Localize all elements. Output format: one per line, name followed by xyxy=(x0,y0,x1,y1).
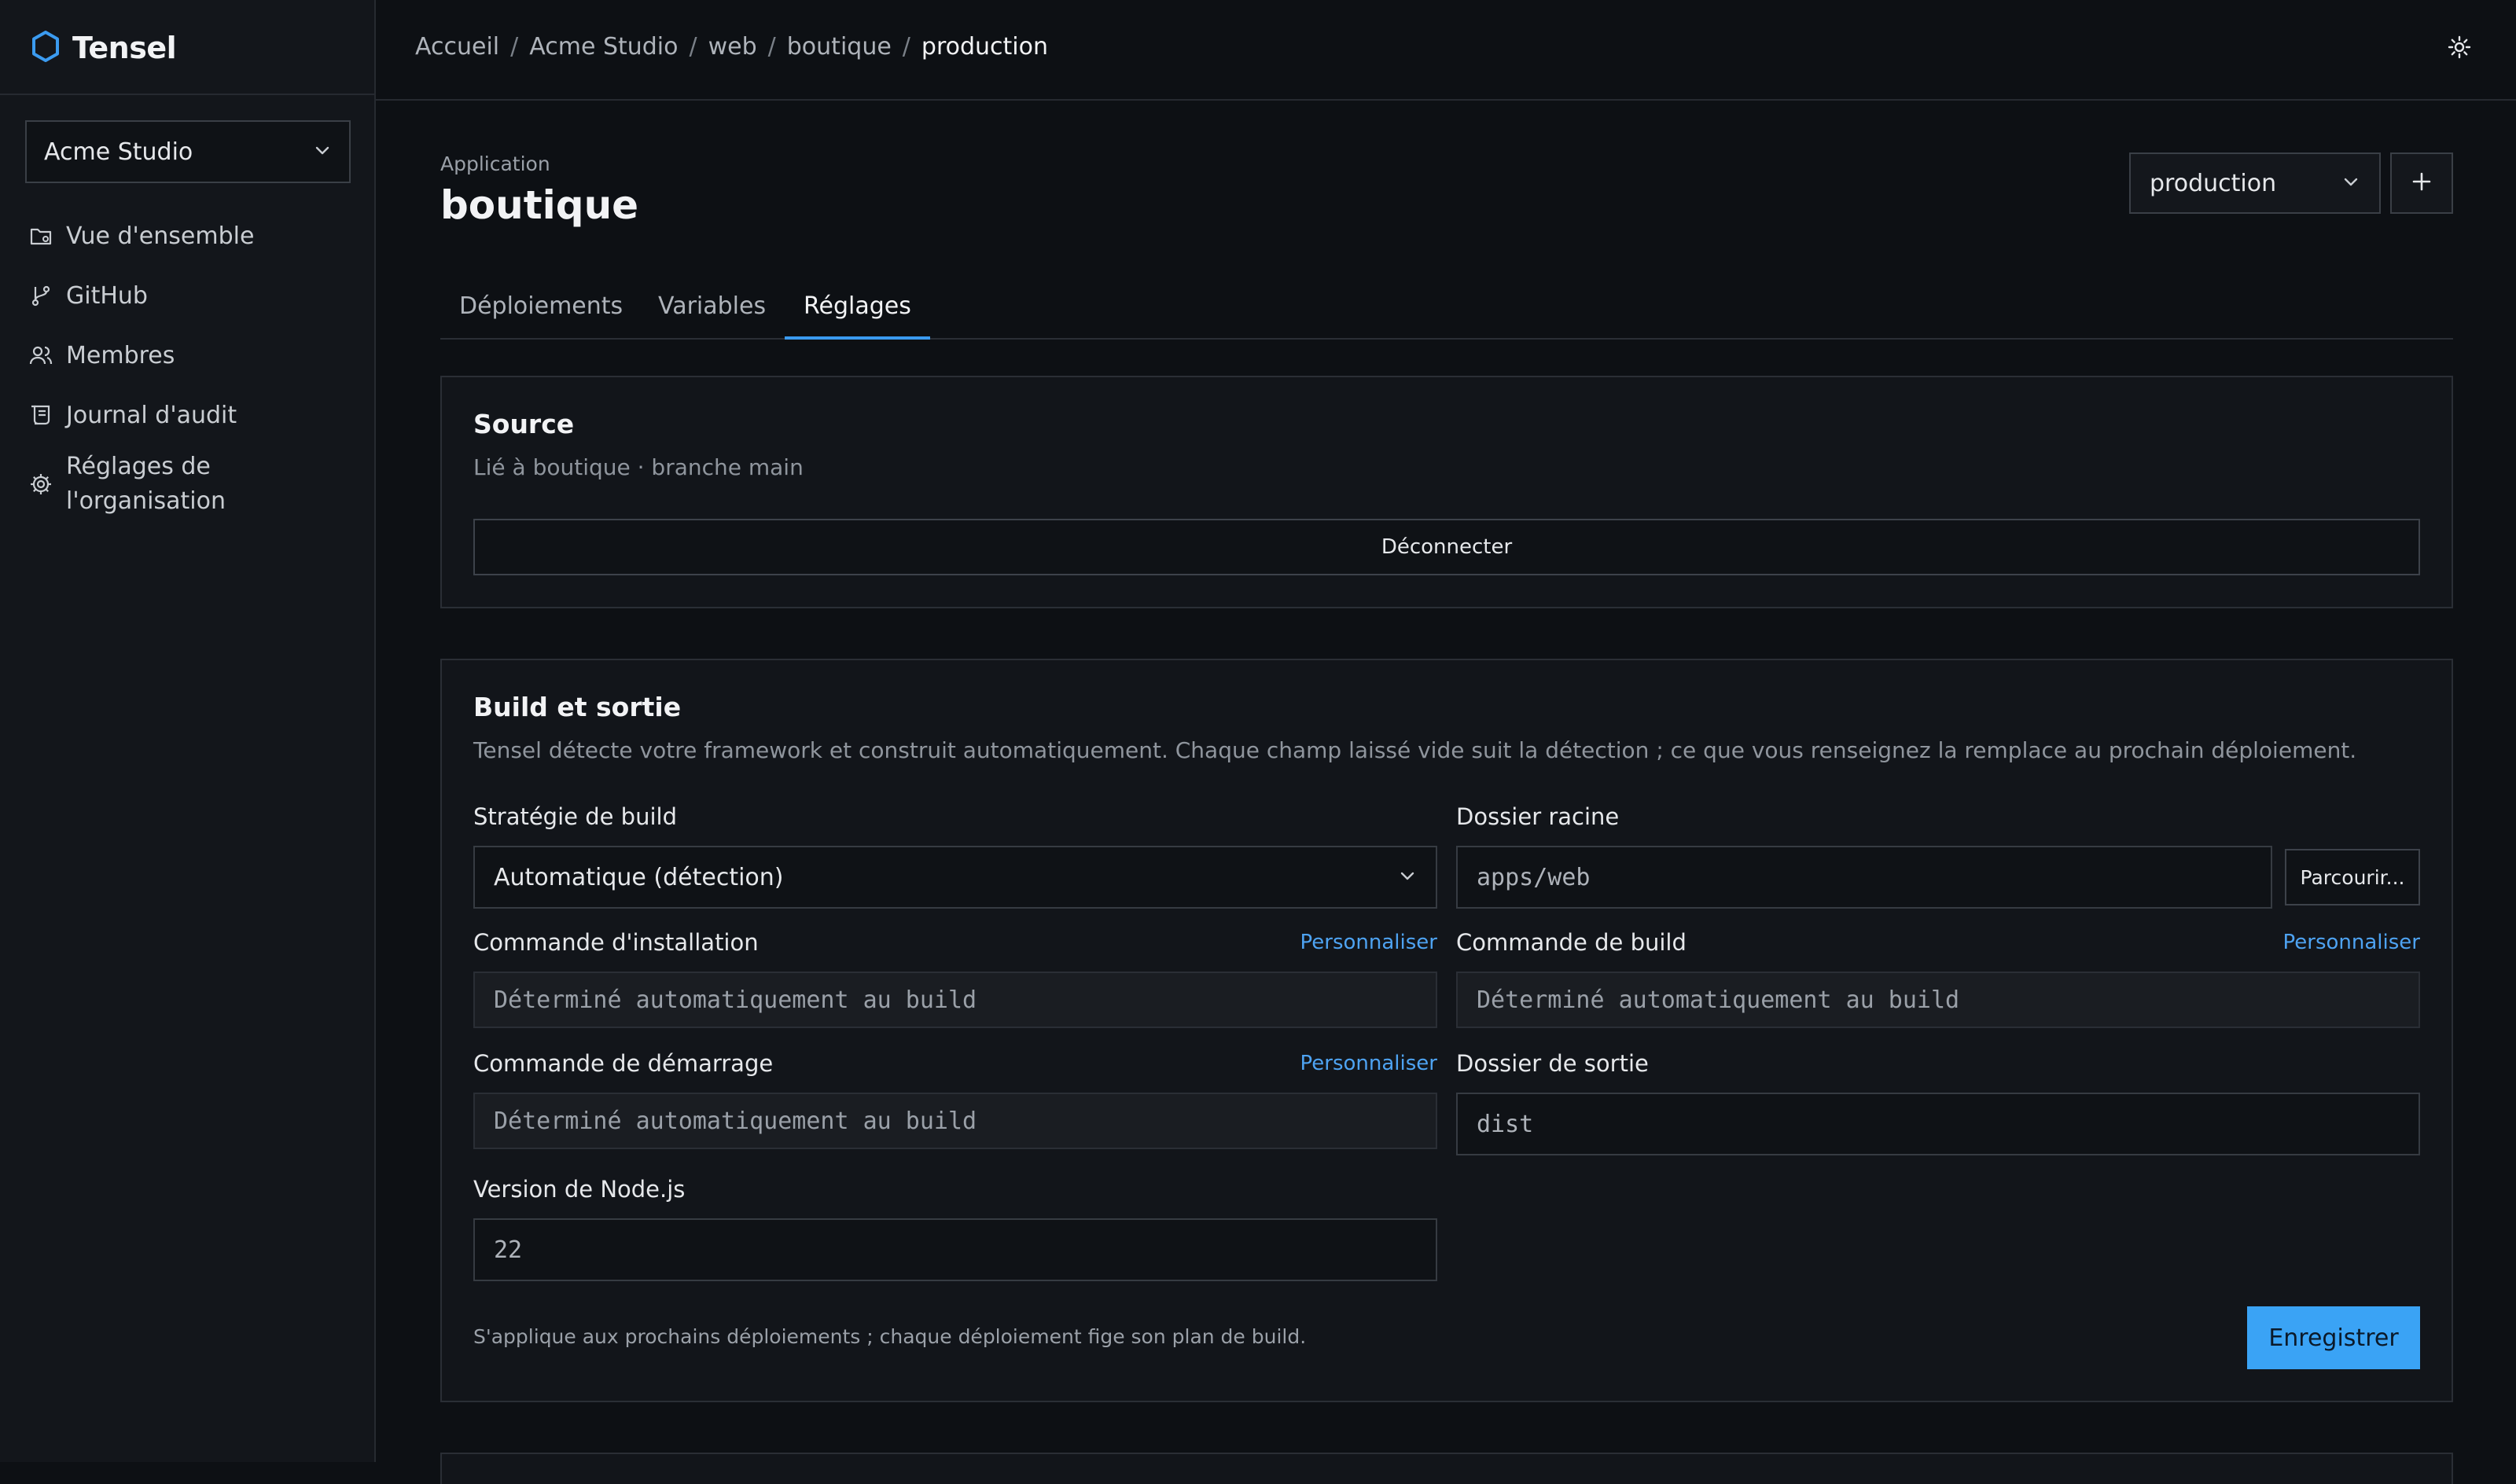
sidebar-divider xyxy=(0,94,374,95)
plus-icon xyxy=(2411,171,2433,196)
sidebar-item-label: Vue d'ensemble xyxy=(66,222,255,250)
source-card: Source Lié à boutique · branche main Déc… xyxy=(440,376,2453,608)
sidebar-nav: Vue d'ensemble GitHub Membres Journal d'… xyxy=(28,206,359,523)
install-cmd-input[interactable]: Déterminé automatiquement au build xyxy=(473,972,1437,1028)
build-strategy-label: Stratégie de build xyxy=(473,803,677,830)
sidebar-item-label-line2: l'organisation xyxy=(66,487,226,515)
breadcrumb-separator: / xyxy=(510,33,519,61)
tab-bar: Déploiements Variables Réglages xyxy=(440,283,2453,340)
sidebar-item-overview[interactable]: Vue d'ensemble xyxy=(28,206,359,266)
brand-name: Tensel xyxy=(72,31,177,65)
sidebar-item-org-settings[interactable]: Réglages de l'organisation xyxy=(28,445,359,523)
node-version-label: Version de Node.js xyxy=(473,1176,686,1203)
tab-variables[interactable]: Variables xyxy=(639,291,785,336)
hexagon-logo-icon xyxy=(31,31,60,65)
sidebar-item-members[interactable]: Membres xyxy=(28,325,359,385)
build-footnote: S'applique aux prochains déploiements ; … xyxy=(473,1325,1307,1348)
theme-toggle-button[interactable] xyxy=(2445,35,2474,63)
browse-button[interactable]: Parcourir... xyxy=(2285,849,2420,905)
gear-icon xyxy=(28,472,53,497)
source-title: Source xyxy=(473,409,575,439)
brand[interactable]: Tensel xyxy=(31,27,177,69)
sidebar-item-label: GitHub xyxy=(66,281,148,310)
output-dir-input[interactable]: dist xyxy=(1456,1093,2420,1155)
sidebar-item-audit-log[interactable]: Journal d'audit xyxy=(28,385,359,445)
breadcrumb-item[interactable]: Acme Studio xyxy=(529,33,678,61)
chevron-down-icon xyxy=(1398,864,1417,891)
sun-icon xyxy=(2447,35,2472,63)
breadcrumb-separator: / xyxy=(689,33,697,61)
chevron-down-icon xyxy=(313,138,332,166)
breadcrumb: Accueil / Acme Studio / web / boutique /… xyxy=(415,33,1048,61)
org-selector[interactable]: Acme Studio xyxy=(25,120,351,183)
sidebar-item-github[interactable]: GitHub xyxy=(28,266,359,325)
sidebar: Tensel Acme Studio Vue d'ensemble GitHub… xyxy=(0,0,376,1462)
git-branch-icon xyxy=(28,283,53,308)
start-cmd-customize-link[interactable]: Personnaliser xyxy=(1260,1052,1437,1075)
app-label: Application xyxy=(440,152,550,175)
breadcrumb-separator: / xyxy=(767,33,776,61)
org-selector-value: Acme Studio xyxy=(44,138,193,166)
environment-selector-value: production xyxy=(2150,169,2277,197)
build-strategy-value: Automatique (détection) xyxy=(494,863,784,891)
breadcrumb-item[interactable]: Accueil xyxy=(415,33,499,61)
start-cmd-input[interactable]: Déterminé automatiquement au build xyxy=(473,1093,1437,1149)
tab-settings[interactable]: Réglages xyxy=(785,291,930,340)
tab-deployments[interactable]: Déploiements xyxy=(440,291,642,336)
next-card xyxy=(440,1453,2453,1484)
environment-selector[interactable]: production xyxy=(2129,152,2381,214)
root-dir-input[interactable]: apps/web xyxy=(1456,846,2272,909)
users-icon xyxy=(28,343,53,368)
breadcrumb-separator: / xyxy=(902,33,910,61)
install-cmd-label: Commande d'installation xyxy=(473,929,759,956)
install-cmd-customize-link[interactable]: Personnaliser xyxy=(1260,931,1437,954)
folder-icon xyxy=(28,223,53,248)
root-dir-label: Dossier racine xyxy=(1456,803,1620,830)
output-dir-label: Dossier de sortie xyxy=(1456,1050,1649,1077)
build-cmd-label: Commande de build xyxy=(1456,929,1687,956)
build-title: Build et sortie xyxy=(473,692,682,722)
page-title: boutique xyxy=(440,182,639,228)
build-description: Tensel détecte votre framework et constr… xyxy=(473,737,2357,763)
scroll-icon xyxy=(28,402,53,428)
sidebar-item-label: Membres xyxy=(66,341,175,369)
build-cmd-input[interactable]: Déterminé automatiquement au build xyxy=(1456,972,2420,1028)
sidebar-item-label-line1: Réglages de xyxy=(66,453,211,480)
chevron-down-icon xyxy=(2341,170,2360,197)
build-cmd-customize-link[interactable]: Personnaliser xyxy=(2242,931,2420,954)
breadcrumb-current: production xyxy=(921,33,1048,61)
build-card: Build et sortie Tensel détecte votre fra… xyxy=(440,659,2453,1402)
sidebar-item-label: Réglages de l'organisation xyxy=(66,450,226,519)
breadcrumb-item[interactable]: boutique xyxy=(787,33,892,61)
build-strategy-select[interactable]: Automatique (détection) xyxy=(473,846,1437,909)
breadcrumb-item[interactable]: web xyxy=(708,33,757,61)
top-bar: Accueil / Acme Studio / web / boutique /… xyxy=(376,0,2516,101)
add-environment-button[interactable] xyxy=(2390,152,2453,214)
node-version-input[interactable]: 22 xyxy=(473,1218,1437,1281)
disconnect-button[interactable]: Déconnecter xyxy=(473,519,2420,575)
start-cmd-label: Commande de démarrage xyxy=(473,1050,774,1077)
source-description: Lié à boutique · branche main xyxy=(473,454,804,480)
save-button[interactable]: Enregistrer xyxy=(2247,1306,2420,1369)
sidebar-item-label: Journal d'audit xyxy=(66,401,237,429)
